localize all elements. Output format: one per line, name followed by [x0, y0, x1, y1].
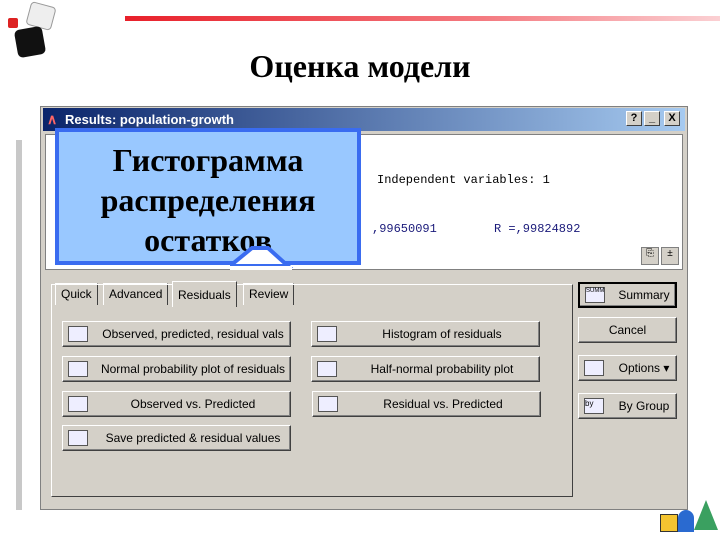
- callout-pointer: [230, 246, 294, 270]
- options-icon: [584, 360, 604, 376]
- cancel-button[interactable]: Cancel: [578, 317, 677, 343]
- decorative-bar: [16, 140, 22, 510]
- copy-icon[interactable]: ⎘: [641, 247, 659, 265]
- observed-predicted-residual-button[interactable]: Observed, predicted, residual vals: [62, 321, 291, 347]
- accent-line: [125, 16, 720, 21]
- slide-title: Оценка модели: [249, 48, 471, 84]
- by-group-icon: by: [584, 398, 604, 414]
- residual-vs-predicted-button[interactable]: Residual vs. Predicted: [312, 391, 541, 417]
- help-button[interactable]: ?: [626, 111, 642, 126]
- callout-line-2: распределения: [100, 182, 316, 218]
- save-spreadsheet-icon: [68, 430, 88, 446]
- minimize-button[interactable]: _: [644, 111, 660, 126]
- options-button[interactable]: Options ▾: [578, 355, 677, 381]
- callout-line-3: остатков: [144, 222, 272, 258]
- expand-icon[interactable]: ±: [661, 247, 679, 265]
- r-value: R =,99824892: [494, 222, 581, 236]
- callout-box: Гистограмма распределения остатков: [55, 128, 361, 265]
- summary-icon: SUMM: [585, 287, 605, 303]
- close-button[interactable]: X: [664, 111, 680, 126]
- half-normal-plot-button[interactable]: Half-normal probability plot: [311, 356, 540, 382]
- normal-plot-icon: [68, 361, 88, 377]
- scatter-plot-icon: [318, 396, 338, 412]
- decorative-figures-image: [660, 496, 720, 540]
- histogram-icon: [317, 326, 337, 342]
- spreadsheet-icon: [68, 326, 88, 342]
- save-predicted-residual-button[interactable]: Save predicted & residual values: [62, 425, 291, 451]
- observed-vs-predicted-button[interactable]: Observed vs. Predicted: [62, 391, 291, 417]
- r-squared-value: ,99650091: [372, 222, 437, 236]
- tab-residuals[interactable]: Residuals: [172, 281, 237, 307]
- window-title: Results: population-growth: [65, 112, 234, 127]
- normal-probability-plot-button[interactable]: Normal probability plot of residuals: [62, 356, 291, 382]
- histogram-of-residuals-button[interactable]: Histogram of residuals: [311, 321, 540, 347]
- by-group-button[interactable]: by By Group: [578, 393, 677, 419]
- app-icon: ∧: [47, 111, 58, 127]
- scatter-plot-icon: [68, 396, 88, 412]
- summary-button[interactable]: SUMM Summary: [578, 282, 677, 308]
- callout-line-1: Гистограмма: [112, 142, 304, 178]
- independent-variables: Independent variables: 1: [377, 173, 550, 187]
- normal-plot-icon: [317, 361, 337, 377]
